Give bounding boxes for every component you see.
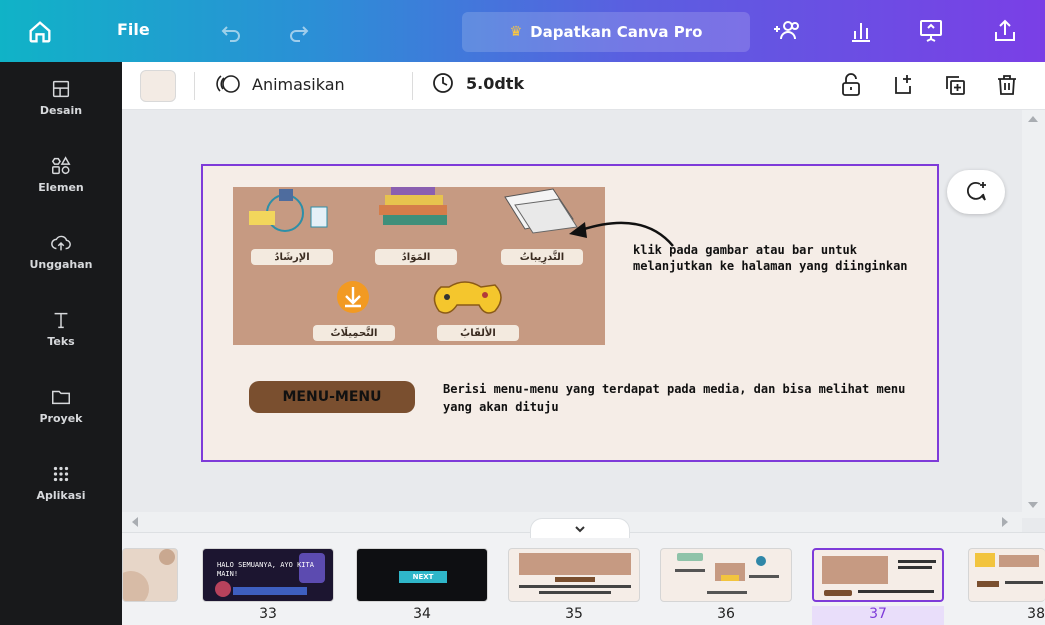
toolbar-divider	[194, 72, 195, 100]
sidebar-item-label: Desain	[39, 104, 83, 117]
get-canva-pro-button[interactable]: ♛ Dapatkan Canva Pro	[462, 12, 750, 52]
page-thumbnail-32[interactable]	[122, 548, 178, 602]
page-number-33: 33	[259, 606, 277, 622]
thumbnail-33-text: HALO SEMUANYA, AYO KITA MAIN!	[217, 561, 314, 578]
page-number-38: 38	[1027, 606, 1045, 622]
thumbnail-art	[123, 549, 175, 601]
left-sidebar: Desain Elemen Unggahan Teks Proyek Aplik…	[0, 62, 122, 625]
thumbnail-art	[975, 553, 1043, 587]
scroll-up-icon[interactable]	[1028, 116, 1038, 122]
slide-page[interactable]: الإرشَادُ المَوَادُ التَّدرِيباتُ التَّح…	[201, 164, 939, 462]
shapes-icon	[51, 156, 71, 175]
insights-chart-icon[interactable]	[846, 17, 876, 45]
add-comment-button[interactable]	[947, 170, 1005, 214]
page-thumbnail-35[interactable]	[508, 548, 640, 602]
menu-menu-badge[interactable]: MENU-MENU	[249, 381, 415, 413]
share-upload-icon[interactable]	[990, 17, 1020, 45]
menu-image[interactable]: الإرشَادُ المَوَادُ التَّدرِيباتُ التَّح…	[233, 187, 605, 345]
thumbnail-art	[675, 553, 779, 594]
top-bar: File ♛ Dapatkan Canva Pro	[0, 0, 1045, 62]
menu-label-games[interactable]: الألقَابُ	[437, 325, 519, 341]
lock-icon[interactable]	[838, 72, 864, 98]
slide-instruction-text[interactable]: klik pada gambar atau bar untuk melanjut…	[633, 242, 933, 274]
page-number-36: 36	[717, 606, 735, 622]
background-color-swatch[interactable]	[140, 70, 176, 102]
undo-icon[interactable]	[218, 20, 244, 44]
page-number-34: 34	[413, 606, 431, 622]
crown-icon: ♛	[509, 24, 523, 40]
scroll-right-icon[interactable]	[1002, 517, 1008, 527]
present-icon[interactable]	[916, 17, 946, 45]
sidebar-item-label: Proyek	[39, 412, 83, 425]
sidebar-item-label: Unggahan	[29, 258, 93, 271]
collapse-filmstrip-button[interactable]	[530, 518, 630, 538]
chevron-down-icon	[575, 525, 585, 532]
animate-icon	[216, 75, 240, 93]
sidebar-item-uploads[interactable]: Unggahan	[0, 228, 122, 294]
page-thumbnail-38[interactable]	[968, 548, 1045, 602]
page-number-37: 37	[812, 606, 944, 625]
sidebar-item-design[interactable]: Desain	[0, 74, 122, 140]
animate-button[interactable]: Animasikan	[216, 72, 345, 96]
thumbnail-34-text: NEXT	[399, 571, 447, 583]
thumbnail-art	[822, 556, 936, 596]
sidebar-item-label: Teks	[47, 335, 75, 348]
share-people-icon[interactable]	[772, 17, 802, 45]
vertical-scrollbar[interactable]	[1022, 110, 1045, 518]
toolbar-divider	[412, 72, 413, 100]
scroll-down-icon[interactable]	[1028, 502, 1038, 508]
add-comment-icon	[967, 181, 986, 201]
home-icon[interactable]	[26, 18, 54, 46]
sidebar-item-elements[interactable]: Elemen	[0, 151, 122, 217]
thumbnail-art	[519, 553, 631, 594]
text-icon	[54, 312, 68, 329]
clock-icon	[433, 73, 453, 93]
redo-icon[interactable]	[286, 20, 312, 44]
layout-icon	[52, 80, 70, 98]
delete-page-icon[interactable]	[994, 72, 1020, 98]
menu-illustration	[249, 187, 578, 314]
duplicate-page-icon[interactable]	[942, 72, 968, 98]
page-number-35: 35	[565, 606, 583, 622]
page-thumbnail-34[interactable]: NEXT	[356, 548, 488, 602]
sidebar-item-text[interactable]: Teks	[0, 305, 122, 371]
add-page-icon[interactable]	[890, 72, 916, 98]
apps-grid-icon	[53, 466, 69, 482]
sidebar-item-label: Aplikasi	[36, 489, 86, 502]
folder-icon	[52, 390, 70, 405]
duration-label: 5.0dtk	[466, 73, 525, 93]
sidebar-item-projects[interactable]: Proyek	[0, 382, 122, 448]
editor-toolbar: Animasikan 5.0dtk	[122, 62, 1045, 110]
menu-label-materials[interactable]: المَوَادُ	[375, 249, 457, 265]
menu-label-downloads[interactable]: التَّحمِيلَاتُ	[313, 325, 395, 341]
page-thumbnail-37[interactable]	[812, 548, 944, 602]
sidebar-item-label: Elemen	[38, 181, 84, 194]
duration-button[interactable]: 5.0dtk	[432, 72, 524, 94]
animate-label: Animasikan	[252, 74, 345, 94]
file-menu[interactable]: File	[117, 20, 150, 39]
cloud-upload-icon	[51, 235, 71, 251]
get-canva-pro-label: Dapatkan Canva Pro	[530, 23, 703, 41]
sidebar-item-apps[interactable]: Aplikasi	[0, 459, 122, 525]
menu-label-guidance[interactable]: الإرشَادُ	[251, 249, 333, 265]
page-thumbnail-36[interactable]	[660, 548, 792, 602]
page-thumbnail-33[interactable]: HALO SEMUANYA, AYO KITA MAIN!	[202, 548, 334, 602]
menu-description-text[interactable]: Berisi menu-menu yang terdapat pada medi…	[443, 380, 923, 416]
scroll-left-icon[interactable]	[132, 517, 138, 527]
